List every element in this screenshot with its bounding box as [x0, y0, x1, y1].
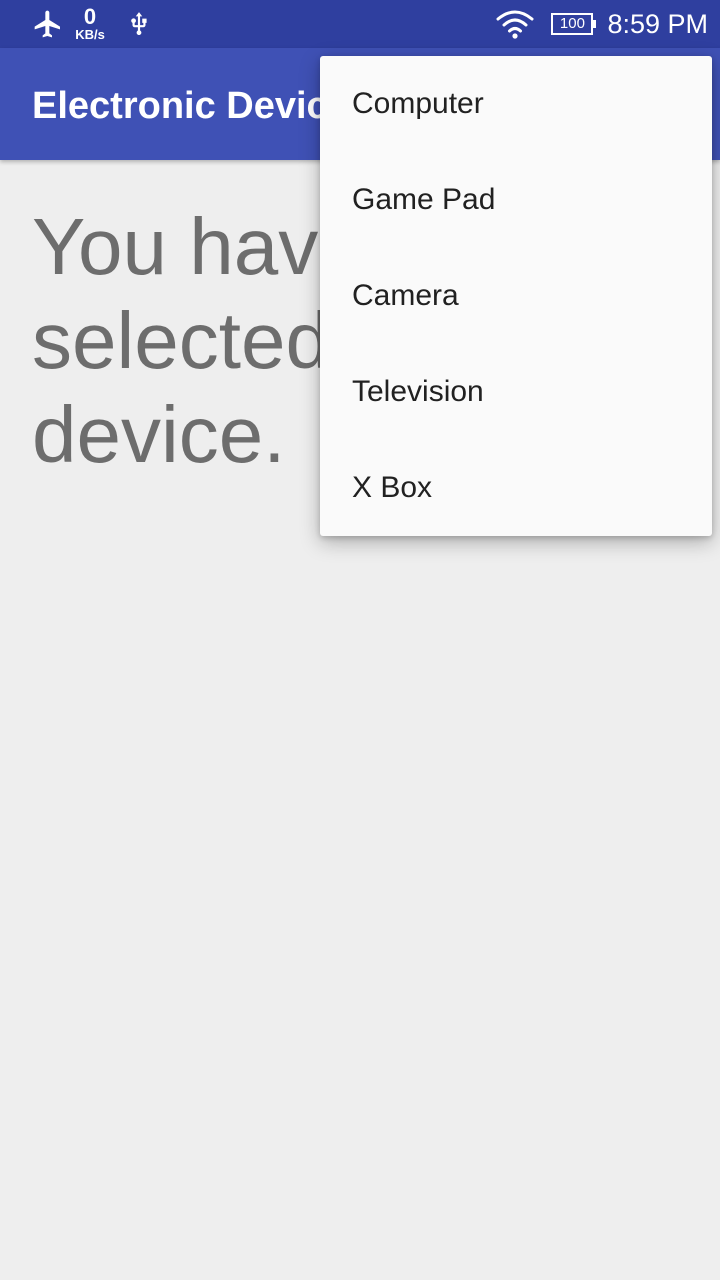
- battery-level: 100: [559, 15, 585, 32]
- wifi-icon: [496, 10, 534, 39]
- app-screen: 0 KB/s 100 8:59 PM Electronic Devices Yo…: [0, 0, 720, 1280]
- menu-item-television[interactable]: Television: [320, 344, 712, 440]
- network-speed-value: 0: [83, 4, 97, 29]
- menu-item-game-pad[interactable]: Game Pad: [320, 152, 712, 248]
- status-bar-left: 0 KB/s: [32, 0, 152, 48]
- menu-item-camera[interactable]: Camera: [320, 248, 712, 344]
- status-bar-right: 100 8:59 PM: [495, 0, 708, 48]
- status-bar: 0 KB/s 100 8:59 PM: [0, 0, 720, 48]
- overflow-popup-menu: Computer Game Pad Camera Television X Bo…: [320, 56, 712, 536]
- battery-icon: 100: [551, 13, 597, 35]
- status-time: 8:59 PM: [607, 9, 708, 39]
- menu-item-x-box[interactable]: X Box: [320, 440, 712, 536]
- menu-item-computer[interactable]: Computer: [320, 56, 712, 152]
- usb-icon: [131, 12, 147, 36]
- network-speed-unit: KB/s: [75, 27, 105, 42]
- network-speed-indicator: 0 KB/s: [72, 4, 108, 44]
- airplane-icon: [34, 10, 60, 38]
